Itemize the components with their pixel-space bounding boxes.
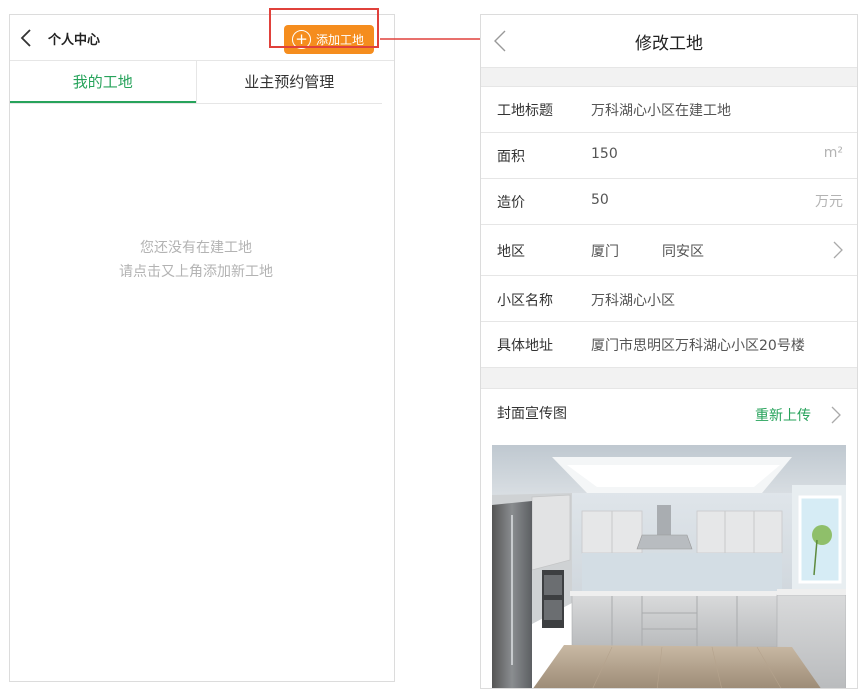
field-address-value[interactable]: 厦门市思明区万科湖心小区20号楼	[591, 335, 805, 355]
field-community[interactable]: 小区名称 万科湖心小区	[481, 276, 857, 322]
field-price-unit: 万元	[815, 194, 843, 210]
field-area-value[interactable]: 150	[591, 146, 618, 162]
tab-my-sites[interactable]: 我的工地	[10, 61, 196, 103]
field-price-label: 造价	[497, 195, 525, 211]
field-area-label: 面积	[497, 149, 525, 165]
personal-center-screen: 个人中心 + 添加工地 我的工地 业主预约管理 您还没有在建工地 请点击又上角添…	[9, 14, 395, 682]
field-region-city[interactable]: 厦门	[591, 241, 619, 261]
field-address-label: 具体地址	[497, 338, 553, 354]
tab-owner-appointments[interactable]: 业主预约管理	[195, 61, 383, 103]
field-price[interactable]: 造价 50 万元	[481, 179, 857, 225]
section-divider	[481, 368, 857, 389]
field-region[interactable]: 地区 厦门 同安区	[481, 225, 857, 276]
reupload-button[interactable]: 重新上传	[755, 405, 811, 425]
field-community-value[interactable]: 万科湖心小区	[591, 290, 675, 310]
chevron-left-icon[interactable]	[19, 29, 33, 47]
edit-site-header: 修改工地	[481, 15, 857, 67]
field-title[interactable]: 工地标题 万科湖心小区在建工地	[481, 87, 857, 133]
cover-image-label: 封面宣传图	[497, 406, 567, 422]
highlight-box	[269, 8, 379, 48]
page-title: 个人中心	[48, 33, 101, 48]
field-title-value[interactable]: 万科湖心小区在建工地	[591, 100, 731, 120]
field-title-label: 工地标题	[497, 103, 553, 119]
field-community-label: 小区名称	[497, 293, 553, 309]
field-area-unit: m²	[823, 145, 843, 161]
field-region-district[interactable]: 同安区	[662, 241, 704, 261]
empty-state-line1: 您还没有在建工地	[140, 240, 252, 256]
field-address[interactable]: 具体地址 厦门市思明区万科湖心小区20号楼	[481, 322, 857, 368]
edit-site-screen: 修改工地 工地标题 万科湖心小区在建工地 面积 150 m² 造价 50 万元 …	[480, 14, 858, 689]
field-region-label: 地区	[497, 244, 525, 260]
section-divider	[481, 67, 857, 87]
chevron-right-icon[interactable]	[831, 406, 841, 424]
chevron-right-icon	[833, 241, 843, 259]
cover-image-row: 封面宣传图 重新上传	[481, 389, 857, 445]
empty-state-line2: 请点击又上角添加新工地	[119, 264, 273, 280]
page-title: 修改工地	[635, 34, 703, 54]
field-price-value[interactable]: 50	[591, 192, 609, 208]
cover-image[interactable]	[492, 445, 846, 689]
empty-state: 您还没有在建工地 请点击又上角添加新工地	[10, 236, 382, 284]
tab-bar: 我的工地 业主预约管理	[10, 61, 382, 104]
field-area[interactable]: 面积 150 m²	[481, 133, 857, 179]
